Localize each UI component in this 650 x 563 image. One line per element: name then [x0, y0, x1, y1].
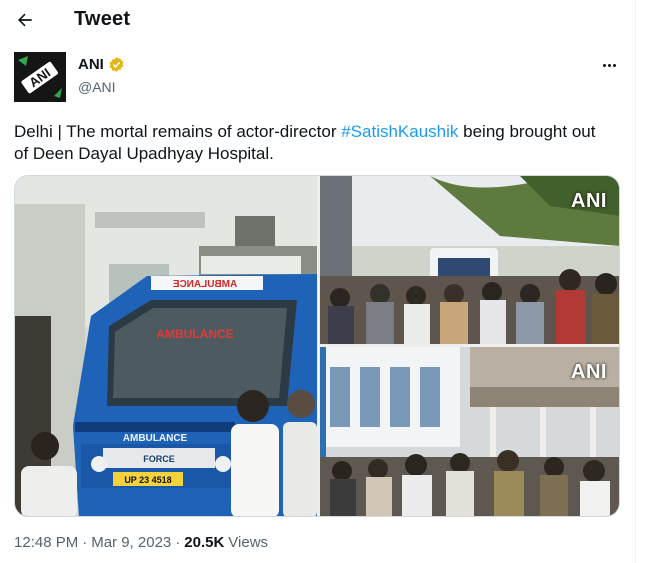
- arrow-left-icon: [18, 13, 32, 27]
- ani-logo: ANI: [14, 52, 66, 102]
- tweet-date[interactable]: Mar 9, 2023: [91, 534, 171, 551]
- author-name-text: ANI: [78, 56, 104, 73]
- svg-text:AMBULANCE: AMBULANCE: [172, 279, 237, 290]
- page-title: Tweet: [74, 8, 131, 30]
- svg-text:FORCE: FORCE: [143, 454, 175, 464]
- watermark-ani: ANI: [571, 361, 607, 383]
- more-dot: [612, 63, 616, 67]
- meta-separator: ·: [175, 534, 181, 551]
- more-dot: [607, 63, 611, 67]
- meta-separator: ·: [82, 534, 88, 551]
- hashtag-link[interactable]: #SatishKaushik: [341, 122, 458, 141]
- author-name[interactable]: ANI: [78, 56, 125, 73]
- tweet-meta: 12:48 PM · Mar 9, 2023 · 20.5K Views: [14, 534, 268, 551]
- media-grid: AMBULANCE AMBULANCE AMBULANCE FORCE UP 2…: [14, 175, 620, 517]
- page-header: Tweet: [0, 0, 636, 40]
- avatar[interactable]: ANI: [14, 52, 66, 102]
- more-options-button[interactable]: [598, 56, 620, 74]
- ambulance-image: AMBULANCE AMBULANCE AMBULANCE FORCE UP 2…: [15, 176, 317, 516]
- tweet-text: Delhi | The mortal remains of actor-dire…: [14, 121, 614, 165]
- watermark-ani: ANI: [571, 190, 607, 212]
- tweet-text-before: Delhi | The mortal remains of actor-dire…: [14, 122, 342, 141]
- svg-text:AMBULANCE: AMBULANCE: [123, 433, 188, 444]
- svg-text:UP 23 4518: UP 23 4518: [124, 475, 171, 485]
- photo-crowd-ambulance[interactable]: ANI: [320, 176, 619, 344]
- author-handle[interactable]: @ANI: [78, 79, 116, 95]
- verified-badge-icon: [109, 57, 124, 72]
- more-horizontal-icon: [602, 63, 606, 67]
- photo-crowd-hospital[interactable]: ANI: [320, 347, 619, 516]
- tweet-page: Tweet ANI ANI @ANI Delhi | The mortal re…: [0, 0, 636, 563]
- photo-ambulance[interactable]: AMBULANCE AMBULANCE AMBULANCE FORCE UP 2…: [15, 176, 317, 516]
- views-count: 20.5K: [184, 534, 225, 551]
- svg-text:AMBULANCE: AMBULANCE: [156, 327, 233, 341]
- views-label: Views: [228, 534, 269, 551]
- tweet-time[interactable]: 12:48 PM: [14, 534, 78, 551]
- back-button[interactable]: [14, 9, 36, 31]
